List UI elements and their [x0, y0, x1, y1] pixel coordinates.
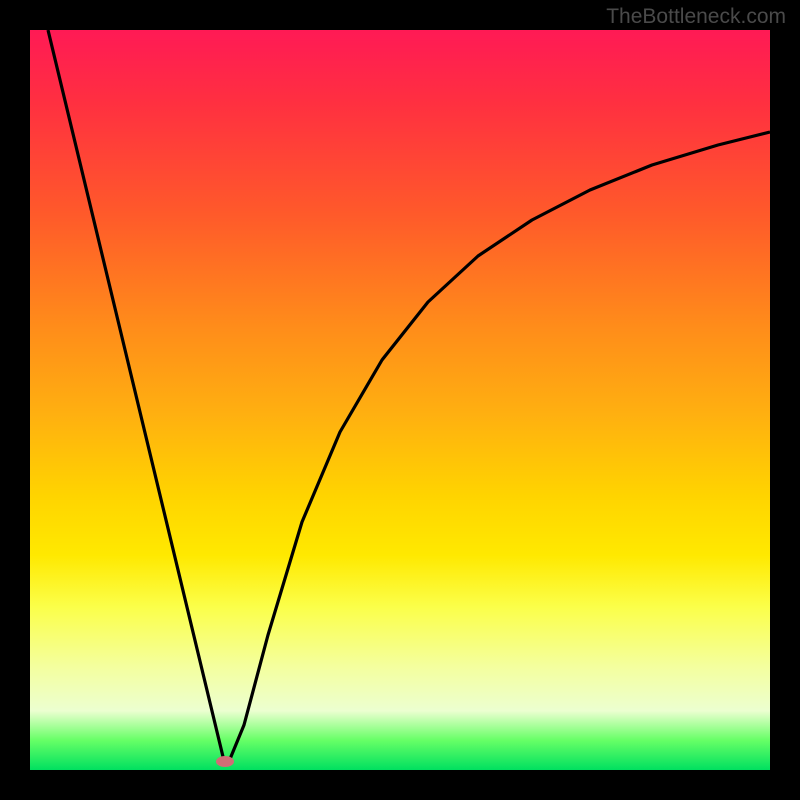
- bottleneck-curve: [30, 30, 770, 770]
- minimum-marker: [216, 756, 234, 767]
- curve-path: [48, 30, 770, 765]
- chart-frame: TheBottleneck.com: [0, 0, 800, 800]
- watermark-text: TheBottleneck.com: [606, 5, 786, 29]
- plot-area: [30, 30, 770, 770]
